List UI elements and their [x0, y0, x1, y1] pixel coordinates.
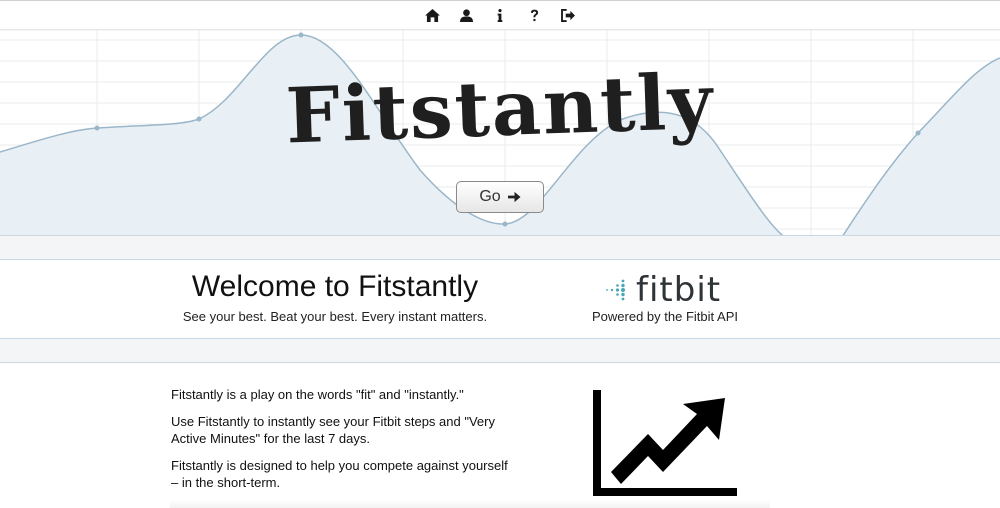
question-icon — [530, 9, 538, 21]
divider-band — [0, 235, 1000, 260]
fitbit-dots-icon — [606, 279, 625, 301]
welcome-title: Welcome to Fitstantly — [191, 270, 479, 303]
hero-section: Fitstantly Go — [0, 30, 1000, 235]
profile-button[interactable] — [456, 5, 476, 25]
about-paragraph: Use Fitstantly to instantly see your Fit… — [171, 414, 495, 446]
go-button[interactable]: Go — [456, 181, 544, 213]
trending-up-chart-icon — [593, 390, 737, 496]
logout-button[interactable] — [558, 5, 578, 25]
welcome-section: Welcome to Fitstantly See your best. Bea… — [0, 260, 1000, 338]
go-button-label: Go — [479, 188, 501, 205]
powered-by-text: Powered by the Fitbit API — [592, 309, 738, 324]
about-paragraph: Fitstantly is a play on the words "fit" … — [171, 387, 464, 402]
welcome-tagline: See your best. Beat your best. Every ins… — [182, 309, 488, 324]
about-paragraph: Fitstantly is designed to help you compe… — [171, 458, 508, 490]
about-section: Fitstantly is a play on the words "fit" … — [171, 386, 511, 501]
info-button[interactable] — [490, 5, 510, 25]
user-icon — [459, 8, 473, 22]
fitbit-logo-text: fitbit — [636, 270, 722, 310]
help-button[interactable] — [524, 5, 544, 25]
info-icon — [497, 8, 503, 22]
bottom-edge — [170, 500, 770, 508]
arrow-right-icon — [507, 191, 521, 203]
divider-band-2 — [0, 338, 1000, 363]
sign-out-icon — [560, 8, 575, 22]
home-icon — [424, 8, 440, 22]
top-navbar — [0, 0, 1000, 30]
fitbit-logo: fitbit — [604, 270, 721, 310]
home-button[interactable] — [422, 5, 442, 25]
